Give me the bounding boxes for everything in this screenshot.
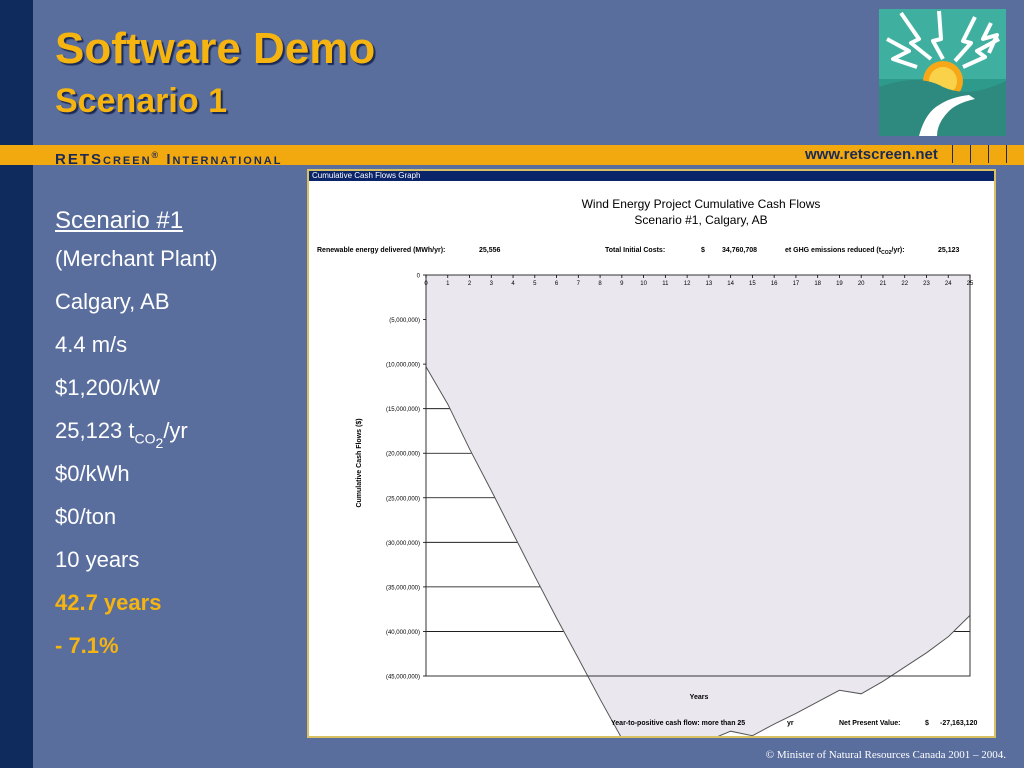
retscreen-brand: RETSCREEN® INTERNATIONAL: [55, 150, 283, 168]
x-tick-label: 19: [836, 281, 843, 287]
x-tick-label: 12: [684, 281, 691, 287]
cost-per-kw: $1,200/kW: [55, 375, 161, 400]
y-tick-label: (45,000,000): [386, 675, 420, 681]
energy-delivered-value: 25,556: [479, 247, 501, 254]
scenario-heading: Scenario #1: [55, 207, 184, 234]
x-tick-label: 15: [749, 281, 756, 287]
payback-label: Year-to-positive cash flow: more than 25: [611, 720, 745, 727]
y-tick-label: (15,000,000): [386, 407, 420, 413]
y-tick-label: (10,000,000): [386, 363, 420, 369]
x-tick-label: 22: [901, 281, 908, 287]
x-tick-label: 25: [967, 281, 974, 287]
x-tick-label: 20: [858, 281, 865, 287]
x-tick-label: 23: [923, 281, 930, 287]
banner-box: [952, 145, 969, 163]
retscreen-banner: RETSCREEN® INTERNATIONAL www.retscreen.n…: [0, 145, 1024, 168]
banner-box: [1006, 145, 1023, 163]
y-tick-label: (30,000,000): [386, 541, 420, 547]
sun-river-logo-icon: [879, 9, 1006, 136]
debt-term: 10 years: [55, 547, 140, 572]
website-link[interactable]: www.retscreen.net: [805, 146, 938, 164]
y-tick-label: (40,000,000): [386, 630, 420, 636]
y-axis-label: Cumulative Cash Flows ($): [356, 418, 363, 507]
plant-type: (Merchant Plant): [55, 246, 218, 271]
ghg-credit: $0/ton: [55, 504, 117, 529]
initial-costs-currency: $: [701, 247, 705, 254]
initial-costs-value: 34,760,708: [722, 247, 757, 254]
x-tick-label: 16: [771, 281, 778, 287]
chart-subtitle: Scenario #1, Calgary, AB: [634, 213, 767, 227]
x-axis-label: Years: [690, 694, 709, 701]
energy-price: $0/kWh: [55, 461, 130, 486]
y-ticks: 0 (5,000,000) (10,000,000) (15,000,000) (20,…: [386, 274, 426, 681]
npv-label: Net Present Value:: [839, 720, 900, 727]
copyright-footer: © Minister of Natural Resources Canada 2…: [765, 749, 1006, 761]
ghg-reduction: 25,123 tCO2/yr: [55, 418, 188, 451]
x-tick-label: 11: [662, 281, 669, 287]
energy-delivered-label: Renewable energy delivered (MWh/yr):: [317, 247, 445, 254]
slide-subtitle: Scenario 1: [55, 82, 227, 120]
x-tick-label: 17: [793, 281, 800, 287]
y-tick-label: (20,000,000): [386, 452, 420, 458]
y-tick-label: (25,000,000): [386, 496, 420, 502]
cash-flow-chart: 0 (5,000,000) (10,000,000) (15,000,000) (20,…: [317, 197, 977, 736]
y-tick-label: (35,000,000): [386, 585, 420, 591]
x-tick-label: 18: [814, 281, 821, 287]
ghg-reduced-value: 25,123: [938, 247, 960, 254]
cash-flow-chart-window[interactable]: Cumulative Cash Flows Graph 0 (5,000,000)…: [307, 169, 996, 738]
ghg-reduced-label: et GHG emissions reduced (tCO2/yr):: [785, 247, 905, 256]
initial-costs-label: Total Initial Costs:: [605, 247, 665, 254]
wind-speed: 4.4 m/s: [55, 332, 128, 357]
banner-box: [970, 145, 987, 163]
y-tick-label: 0: [417, 274, 421, 280]
cash-flow-area: [426, 275, 970, 736]
chart-footer-stats: Year-to-positive cash flow: more than 25…: [611, 720, 977, 727]
payback-result: 42.7 years: [55, 590, 162, 615]
location: Calgary, AB: [55, 289, 170, 314]
x-tick-label: 10: [640, 281, 647, 287]
left-stripe: [0, 0, 33, 768]
x-tick-label: 21: [880, 281, 887, 287]
y-tick-label: (5,000,000): [389, 318, 420, 324]
x-tick-label: 14: [727, 281, 734, 287]
irr-result: - 7.1%: [55, 633, 119, 658]
banner-box: [988, 145, 1005, 163]
slide-title: Software Demo: [55, 24, 376, 73]
x-tick-label: 13: [706, 281, 713, 287]
chart-title: Wind Energy Project Cumulative Cash Flow…: [582, 197, 821, 211]
payback-unit: yr: [787, 720, 794, 727]
x-tick-label: 24: [945, 281, 952, 287]
npv-value: -27,163,120: [940, 720, 977, 727]
npv-currency: $: [925, 720, 929, 727]
chart-header-stats: Renewable energy delivered (MWh/yr): 25,…: [317, 247, 960, 256]
